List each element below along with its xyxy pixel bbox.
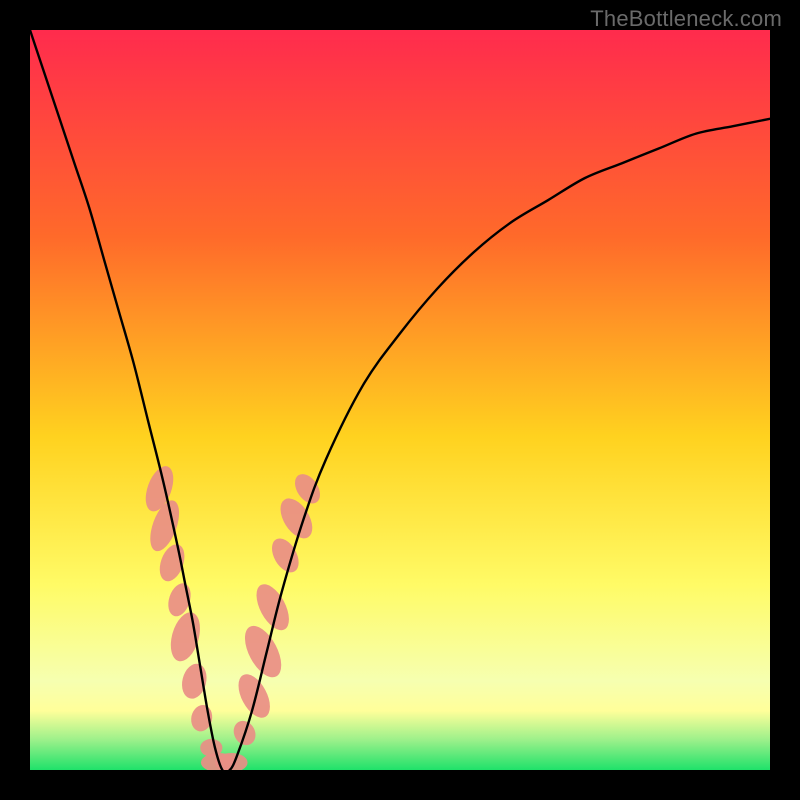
marker-layer bbox=[140, 462, 325, 770]
chart-svg bbox=[30, 30, 770, 770]
bottleneck-curve bbox=[30, 30, 770, 770]
outer-frame: TheBottleneck.com bbox=[0, 0, 800, 800]
curve-marker bbox=[232, 669, 276, 723]
plot-area bbox=[30, 30, 770, 770]
curve-marker bbox=[266, 534, 304, 577]
watermark-text: TheBottleneck.com bbox=[590, 6, 782, 32]
